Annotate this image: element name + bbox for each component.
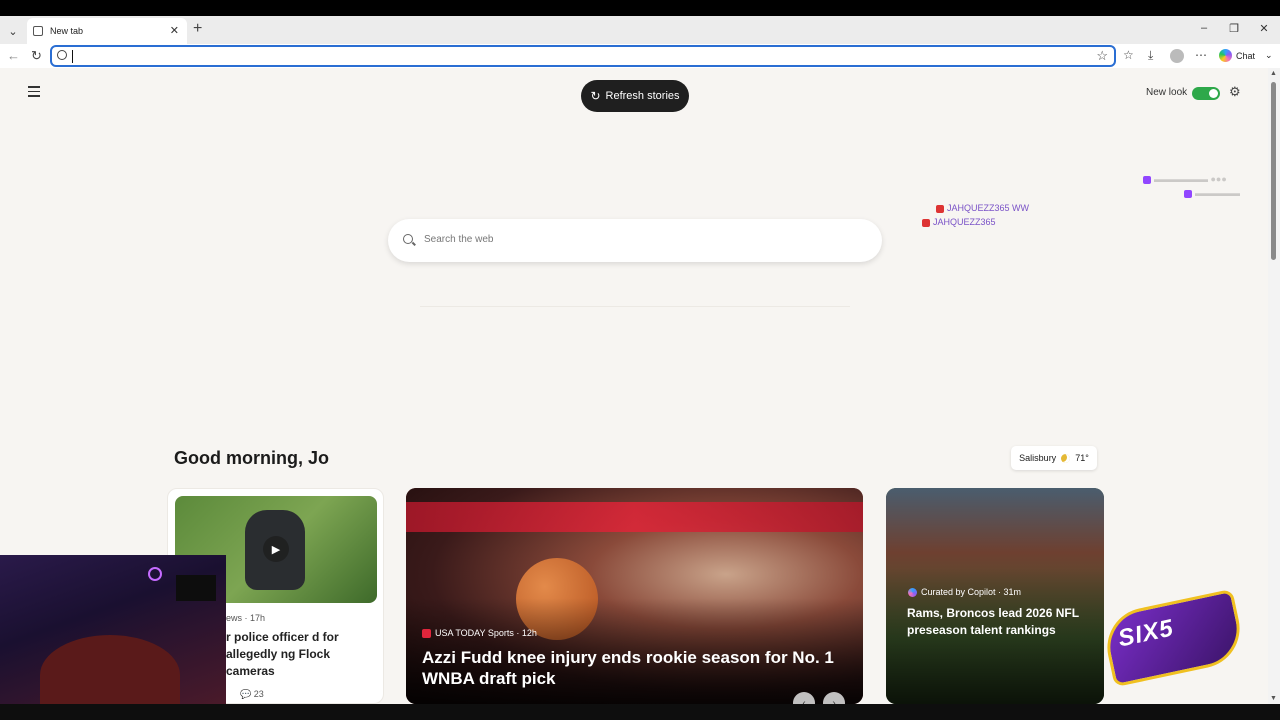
tab-actions-menu-icon[interactable]: ⌄ <box>4 22 22 40</box>
more-options-icon[interactable]: ⋯ <box>1195 48 1207 62</box>
new-look-toggle[interactable] <box>1192 87 1220 100</box>
weather-temp: 71° <box>1075 453 1089 463</box>
page-scrollbar[interactable]: ▲ ▼ <box>1268 68 1280 704</box>
search-placeholder: Search the web <box>424 234 494 245</box>
arena-banner-image <box>406 502 863 532</box>
minimize-icon[interactable]: – <box>1194 22 1214 34</box>
tab-new-tab[interactable]: New tab ✕ <box>27 18 187 44</box>
card-source: ews · 17h <box>226 613 266 623</box>
comment-count: 💬 23 <box>240 689 264 699</box>
scroll-up-icon[interactable]: ▲ <box>1270 70 1277 77</box>
weather-widget[interactable]: Salisbury 71° <box>1011 446 1097 470</box>
hamburger-menu-icon[interactable] <box>28 86 40 100</box>
close-tab-icon[interactable]: ✕ <box>170 24 179 37</box>
tab-title: New tab <box>50 26 84 36</box>
new-tab-plus-icon[interactable]: + <box>193 20 202 38</box>
scrollbar-thumb[interactable] <box>1271 82 1276 260</box>
moon-icon <box>1061 453 1071 463</box>
usa-today-logo-icon <box>422 628 431 638</box>
weather-location: Salisbury <box>1019 453 1057 463</box>
web-search-box[interactable]: Search the web <box>388 219 882 262</box>
refresh-icon: ↻ <box>590 89 601 103</box>
copilot-icon <box>908 587 917 597</box>
close-window-icon[interactable]: ✕ <box>1254 22 1274 35</box>
bottom-frame-bar <box>0 704 1280 720</box>
back-arrow-icon[interactable]: ← <box>7 48 20 63</box>
streamer-image <box>40 635 180 704</box>
card-source: Curated by Copilot · 31m <box>908 587 1021 597</box>
address-bar[interactable]: ☆ <box>50 45 1116 67</box>
refresh-label: Refresh stories <box>605 90 680 102</box>
card-title[interactable]: Azzi Fudd knee injury ends rookie season… <box>422 647 842 689</box>
downloads-icon[interactable]: ⤓ <box>1148 48 1153 63</box>
streamer-logo-overlay: SIX5 <box>1096 588 1251 690</box>
card-title[interactable]: r police officer d for allegedly ng Floc… <box>226 629 376 680</box>
chat-label: Chat <box>1236 50 1256 61</box>
chat-overlay-line: JAHQUEZZ365 WW <box>936 203 1029 213</box>
chat-overlay-line: ▬▬▬▬▬ <box>1184 188 1240 198</box>
chat-overlay-user: JAHQUEZZ365 <box>933 217 996 227</box>
divider <box>420 306 850 307</box>
chat-overlay-line: ▬▬▬▬▬▬ ●●● <box>1143 174 1227 184</box>
search-icon <box>403 234 413 244</box>
news-card-right[interactable]: Curated by Copilot · 31m Rams, Broncos l… <box>886 488 1104 704</box>
greeting-heading: Good morning, Jo <box>174 448 329 468</box>
favorite-star-icon[interactable]: ☆ <box>1096 48 1108 64</box>
text-caret <box>72 50 73 63</box>
new-look-label: New look <box>1146 87 1188 98</box>
copilot-icon <box>1219 49 1232 62</box>
settings-gear-icon[interactable]: ⚙ <box>1229 84 1241 100</box>
chevron-down-icon: ⌄ <box>1265 50 1273 60</box>
restore-icon[interactable]: ❐ <box>1224 22 1244 35</box>
card-title[interactable]: Rams, Broncos lead 2026 NFL preseason ta… <box>907 605 1087 639</box>
webcam-overlay <box>0 555 226 704</box>
reload-icon[interactable]: ↻ <box>31 48 42 64</box>
browser-toolbar: ← ↻ ☆ ☆ ⤓ ⋯ Chat ⌄ <box>0 44 1280 68</box>
profile-avatar[interactable] <box>1170 49 1184 63</box>
new-tab-page-icon <box>33 26 43 36</box>
card-source: USA TODAY Sports · 12h <box>422 628 537 638</box>
favorites-icon[interactable]: ☆ <box>1123 48 1134 62</box>
play-icon[interactable]: ▶ <box>263 536 289 562</box>
top-frame-bar <box>0 0 1280 16</box>
chat-overlay-line: JAHQUEZZ365 <box>922 217 996 227</box>
refresh-stories-button[interactable]: ↻ Refresh stories <box>581 80 689 112</box>
news-card-featured[interactable]: USA TODAY Sports · 12h Azzi Fudd knee in… <box>406 488 863 704</box>
copilot-chat-button[interactable]: Chat ⌄ <box>1219 49 1273 62</box>
address-search-icon <box>57 50 67 60</box>
chat-overlay-user: JAHQUEZZ365 <box>947 203 1010 213</box>
ring-light-image <box>148 567 162 581</box>
neon-sign-image <box>176 575 216 601</box>
tab-strip: ⌄ New tab ✕ + – ❐ ✕ <box>0 16 1280 44</box>
scroll-down-icon[interactable]: ▼ <box>1270 695 1277 702</box>
